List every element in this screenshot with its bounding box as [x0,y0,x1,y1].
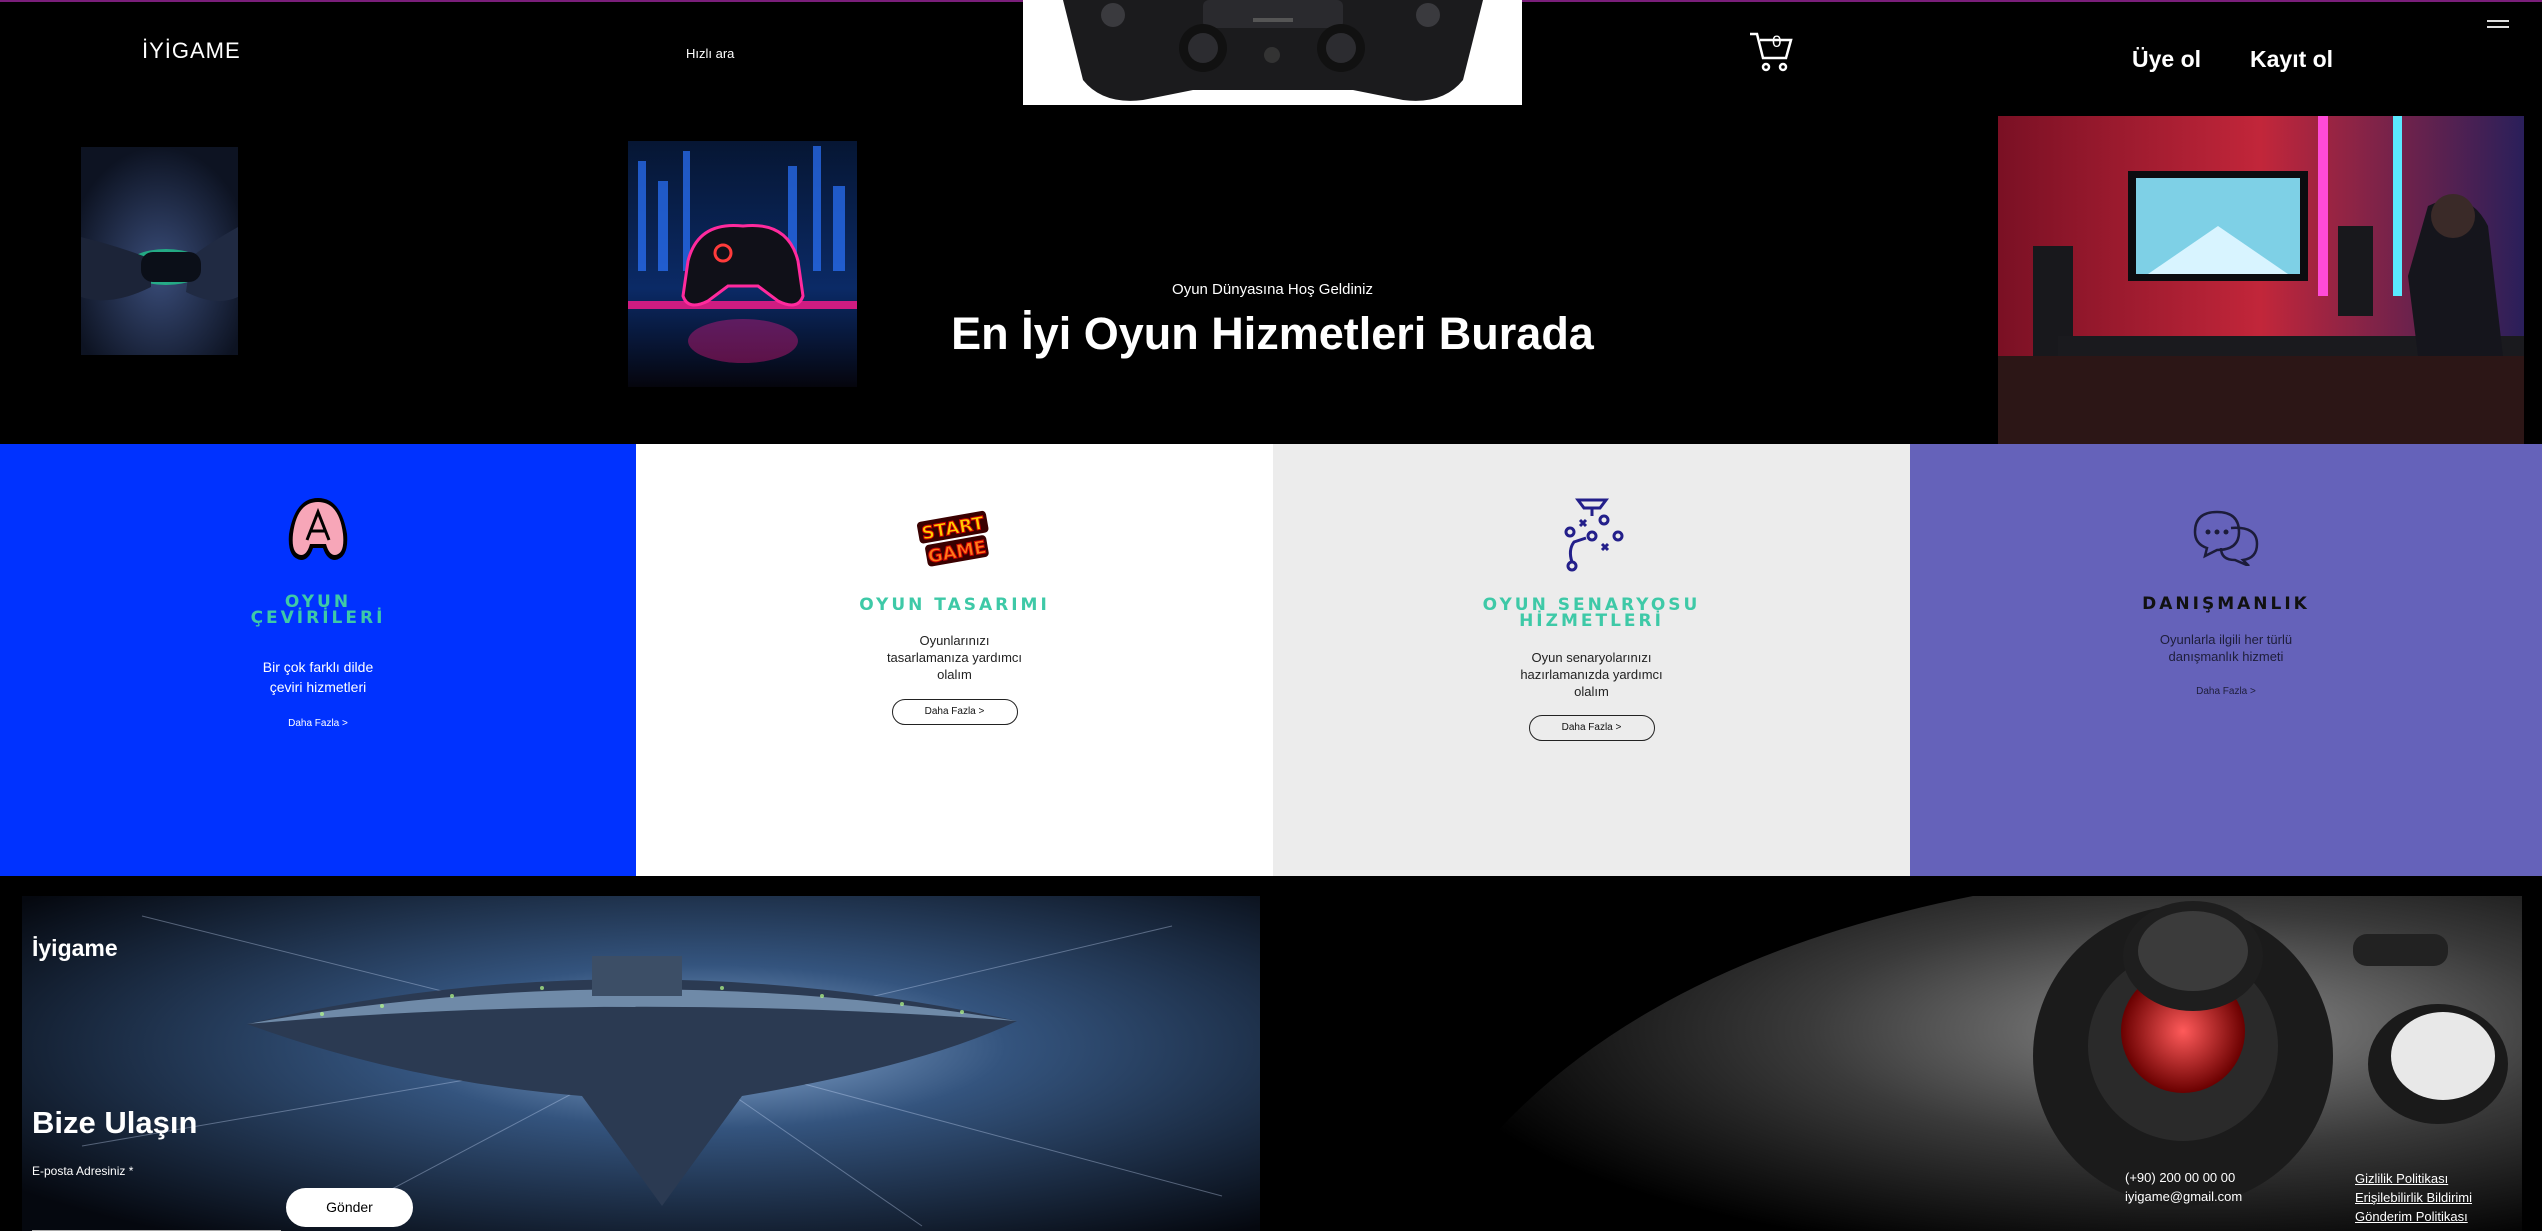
footer-logo[interactable]: İyigame [32,935,118,962]
more-link[interactable]: Daha Fazla > [2166,686,2286,697]
cart-count-badge: 0 [1772,32,1782,51]
menu-icon[interactable] [2487,20,2509,32]
more-link[interactable]: Daha Fazla > [258,718,378,729]
service-title: OYUN ÇEVİRİLERİ [250,592,386,628]
more-button[interactable]: Daha Fazla > [891,699,1018,725]
email-field[interactable] [32,1194,281,1231]
site-logo[interactable]: İYİGAME [142,38,241,64]
service-card-scenario: OYUN SENARYOSU HİZMETLERİ Oyun senaryola… [1273,444,1910,876]
member-button[interactable]: Üye ol [2132,46,2201,73]
chat-icon [2191,510,2261,571]
service-title: DANIŞMANLIK [2142,594,2310,614]
accessibility-statement-link[interactable]: Erişilebilirlik Bildirimi [2355,1190,2472,1205]
service-card-design: START GAME OYUN TASARIMI Oyunlarınızı ta… [636,444,1273,876]
service-title: OYUN TASARIMI [859,595,1050,615]
hands-controller-image [81,147,238,355]
service-description: Oyunlarınızı tasarlamanıza yardımcı olal… [886,633,1023,682]
service-title: OYUN SENARYOSU HİZMETLERİ [1482,595,1701,631]
shipping-policy-link[interactable]: Gönderim Politikası [2355,1209,2468,1224]
service-description: Oyun senaryolarınızı hazırlamanızda yard… [1520,650,1663,699]
start-game-icon: START GAME [912,510,998,575]
send-button[interactable]: Gönder [286,1188,413,1227]
privacy-policy-link[interactable]: Gizlilik Politikası [2355,1171,2448,1186]
neon-gamepad-image [628,141,857,387]
signup-button[interactable]: Kayıt ol [2250,46,2333,73]
spaceship-image [22,896,1260,1231]
controller-closeup-image [1273,896,2522,1231]
strategy-icon [1552,496,1632,581]
phone-number: (+90) 200 00 00 00 [2125,1170,2236,1185]
cart-icon[interactable] [1748,30,1794,74]
service-card-translation: OYUN ÇEVİRİLERİ Bir çok farklı dilde çev… [0,444,636,876]
more-button[interactable]: Daha Fazla > [1528,715,1655,741]
service-card-consulting: DANIŞMANLIK Oyunlarla ilgili her türlü d… [1910,444,2542,876]
service-description: Oyunlarla ilgili her türlü danışmanlık h… [2159,632,2293,664]
gamer-setup-image [1998,116,2524,444]
header-controller-image [1023,0,1522,105]
letter-a-icon [283,494,353,569]
quick-search-link[interactable]: Hızlı ara [686,46,734,61]
contact-email[interactable]: iyigame@gmail.com [2125,1189,2242,1204]
service-description: Bir çok farklı dilde çeviri hizmetleri [262,659,374,695]
email-label: E-posta Adresiniz * [32,1164,134,1178]
hero-title: En İyi Oyun Hizmetleri Burada [951,308,1594,359]
contact-title: Bize Ulaşın [32,1105,198,1140]
hero-subtitle: Oyun Dünyasına Hoş Geldiniz [1172,281,1373,298]
